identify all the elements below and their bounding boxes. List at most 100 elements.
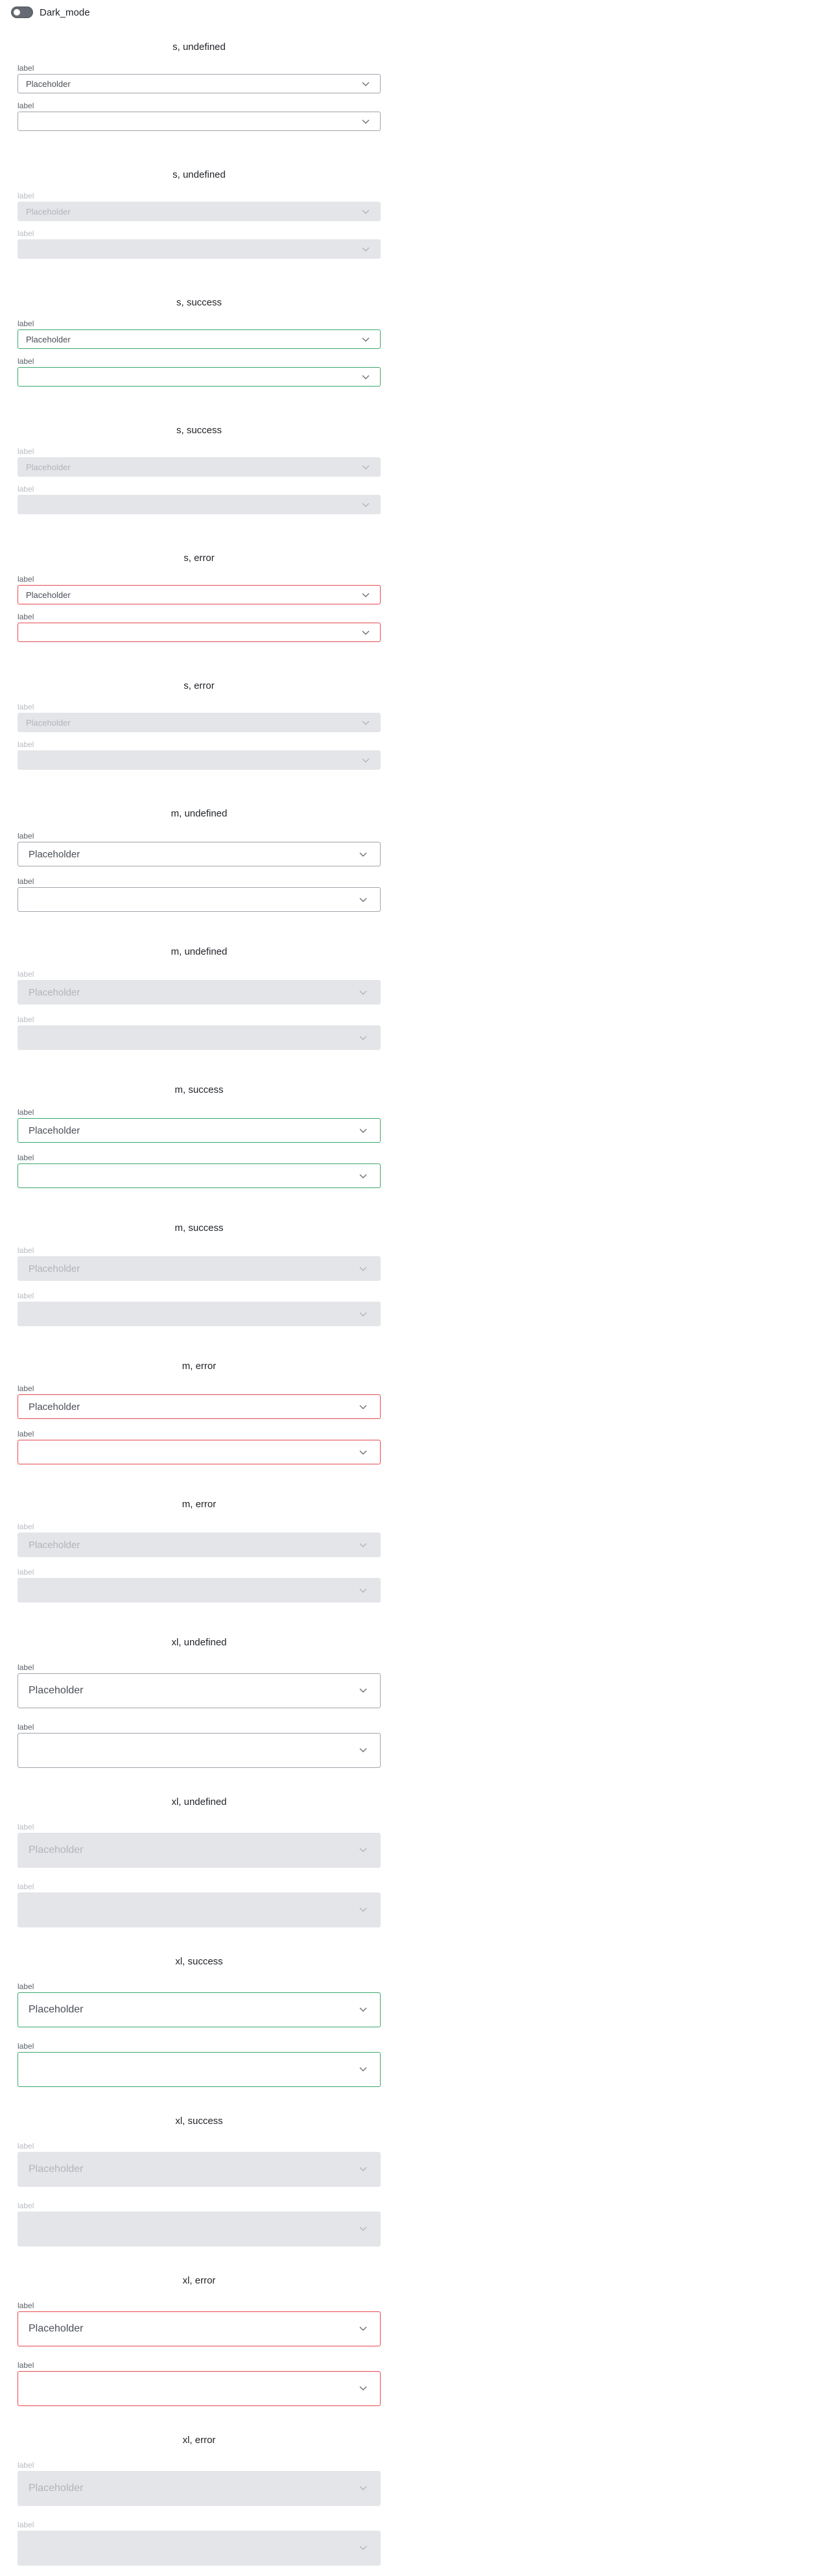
select-field: label Placeholder [18, 1106, 381, 1143]
select-dropdown[interactable]: Placeholder [18, 1673, 381, 1708]
select-dropdown[interactable]: Placeholder [18, 1394, 381, 1419]
select-dropdown: Placeholder [18, 2471, 381, 2506]
field-label: label [18, 229, 34, 238]
select-field: label [18, 1428, 381, 1464]
select-group: xl, success label Placeholder label [18, 1953, 381, 2087]
field-label: label [18, 612, 34, 621]
select-field: label [18, 2040, 381, 2087]
group-title: xl, error [182, 2435, 216, 2446]
select-field: label [18, 611, 381, 642]
select-dropdown: Placeholder [18, 1532, 381, 1557]
group-title: xl, error [182, 2275, 216, 2286]
select-value: Placeholder [29, 1685, 84, 1696]
chevron-down-icon [359, 718, 372, 728]
group-title: m, error [182, 1361, 217, 1372]
select-dropdown[interactable] [18, 2371, 381, 2406]
chevron-down-icon [359, 335, 372, 344]
chevron-down-icon [357, 1309, 370, 1320]
select-field: label Placeholder [18, 318, 381, 349]
group-title: xl, success [175, 2116, 223, 2127]
group-title: s, undefined [172, 169, 226, 180]
select-field: label Placeholder [18, 1821, 381, 1868]
field-label: label [18, 1982, 34, 1991]
select-dropdown[interactable] [18, 1163, 381, 1188]
field-label: label [18, 1291, 34, 1300]
chevron-down-icon [359, 117, 372, 126]
select-dropdown[interactable]: Placeholder [18, 585, 381, 604]
toggle-switch-icon[interactable] [11, 6, 33, 18]
field-label: label [18, 2520, 34, 2529]
select-value: Placeholder [29, 1401, 80, 1413]
select-dropdown [18, 239, 381, 259]
field-label: label [18, 2201, 34, 2210]
select-dropdown: Placeholder [18, 2152, 381, 2187]
field-label: label [18, 447, 34, 456]
field-label: label [18, 1568, 34, 1577]
field-label: label [18, 2361, 34, 2370]
select-dropdown[interactable] [18, 887, 381, 912]
select-value: Placeholder [29, 1844, 84, 1855]
group-title: m, undefined [171, 946, 228, 957]
select-dropdown [18, 1302, 381, 1326]
chevron-down-icon [357, 1585, 370, 1596]
group-title: xl, undefined [171, 1637, 227, 1648]
field-label: label [18, 1246, 34, 1255]
select-field: label Placeholder [18, 1981, 381, 2027]
select-dropdown: Placeholder [18, 202, 381, 221]
select-dropdown[interactable] [18, 623, 381, 642]
select-dropdown[interactable]: Placeholder [18, 1118, 381, 1143]
select-group: s, success label Placeholder label [18, 294, 381, 387]
select-field: label Placeholder [18, 968, 381, 1005]
select-value: Placeholder [26, 78, 71, 89]
select-field: label Placeholder [18, 190, 381, 221]
chevron-down-icon [359, 756, 372, 765]
select-field: label [18, 1881, 381, 1927]
chevron-down-icon [357, 849, 370, 860]
select-field: label Placeholder [18, 1245, 381, 1281]
group-title: s, undefined [172, 42, 226, 53]
chevron-down-icon [357, 2383, 370, 2394]
select-dropdown[interactable] [18, 1440, 381, 1464]
field-label: label [18, 702, 34, 711]
chevron-down-icon [359, 500, 372, 510]
select-field: label Placeholder [18, 2300, 381, 2346]
select-group: xl, undefined label Placeholder label [18, 1794, 381, 1927]
chevron-down-icon [357, 2004, 370, 2016]
chevron-down-icon [357, 2223, 370, 2235]
group-title: m, success [174, 1222, 224, 1234]
chevron-down-icon [359, 590, 372, 600]
select-group: m, undefined label Placeholder label [18, 805, 381, 912]
chevron-down-icon [357, 1685, 370, 1697]
select-dropdown[interactable]: Placeholder [18, 2311, 381, 2346]
select-value: Placeholder [29, 986, 80, 998]
group-title: s, error [184, 680, 215, 691]
select-value: Placeholder [26, 590, 71, 600]
select-dropdown[interactable]: Placeholder [18, 74, 381, 93]
chevron-down-icon [357, 894, 370, 905]
select-value: Placeholder [26, 717, 71, 728]
select-group: xl, error label Placeholder label [18, 2272, 381, 2406]
dark-mode-toggle-row[interactable]: Dark_mode [11, 6, 90, 19]
select-dropdown[interactable] [18, 112, 381, 131]
field-label: label [18, 2141, 34, 2151]
select-dropdown [18, 2531, 381, 2566]
select-dropdown[interactable]: Placeholder [18, 329, 381, 349]
chevron-down-icon [357, 2064, 370, 2075]
select-dropdown[interactable] [18, 1733, 381, 1768]
chevron-down-icon [357, 1745, 370, 1756]
field-label: label [18, 484, 34, 494]
select-dropdown[interactable]: Placeholder [18, 842, 381, 866]
select-dropdown[interactable] [18, 2052, 381, 2087]
select-field: label Placeholder [18, 573, 381, 604]
select-dropdown: Placeholder [18, 1833, 381, 1868]
select-dropdown: Placeholder [18, 980, 381, 1005]
select-group: s, success label Placeholder label [18, 422, 381, 514]
field-label: label [18, 2042, 34, 2051]
select-dropdown[interactable]: Placeholder [18, 1992, 381, 2027]
group-title: s, error [184, 553, 215, 564]
select-dropdown[interactable] [18, 367, 381, 387]
select-field: label [18, 2200, 381, 2247]
select-dropdown [18, 2212, 381, 2247]
select-value: Placeholder [29, 2323, 84, 2334]
select-dropdown [18, 1025, 381, 1050]
